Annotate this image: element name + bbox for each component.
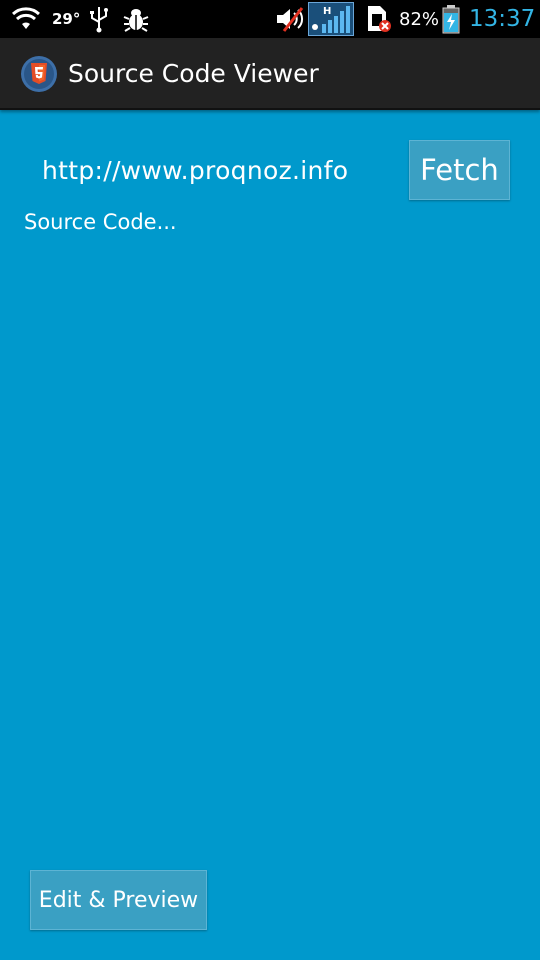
fetch-button[interactable]: Fetch xyxy=(409,140,510,200)
status-bar: 29° H 82% 13:37 xyxy=(0,0,540,38)
app-title: Source Code Viewer xyxy=(68,59,319,88)
battery-percent-text: 82% xyxy=(399,8,440,30)
html5-app-icon[interactable] xyxy=(20,55,58,93)
clock-text: 13:37 xyxy=(469,6,536,32)
battery-charging-icon xyxy=(442,0,460,38)
signal-icon: H xyxy=(308,0,354,38)
mute-icon xyxy=(274,0,306,38)
debug-bug-icon xyxy=(122,0,150,38)
edit-preview-button[interactable]: Edit & Preview xyxy=(30,870,207,930)
url-field[interactable]: http://www.proqnoz.info xyxy=(42,156,348,185)
source-code-text: Source Code... xyxy=(24,210,177,234)
sim-error-icon xyxy=(364,0,392,38)
temperature-text: 29° xyxy=(52,10,81,28)
network-type-label: H xyxy=(323,6,331,17)
wifi-icon xyxy=(12,0,40,38)
action-bar: Source Code Viewer xyxy=(0,38,540,110)
usb-icon xyxy=(88,0,110,38)
